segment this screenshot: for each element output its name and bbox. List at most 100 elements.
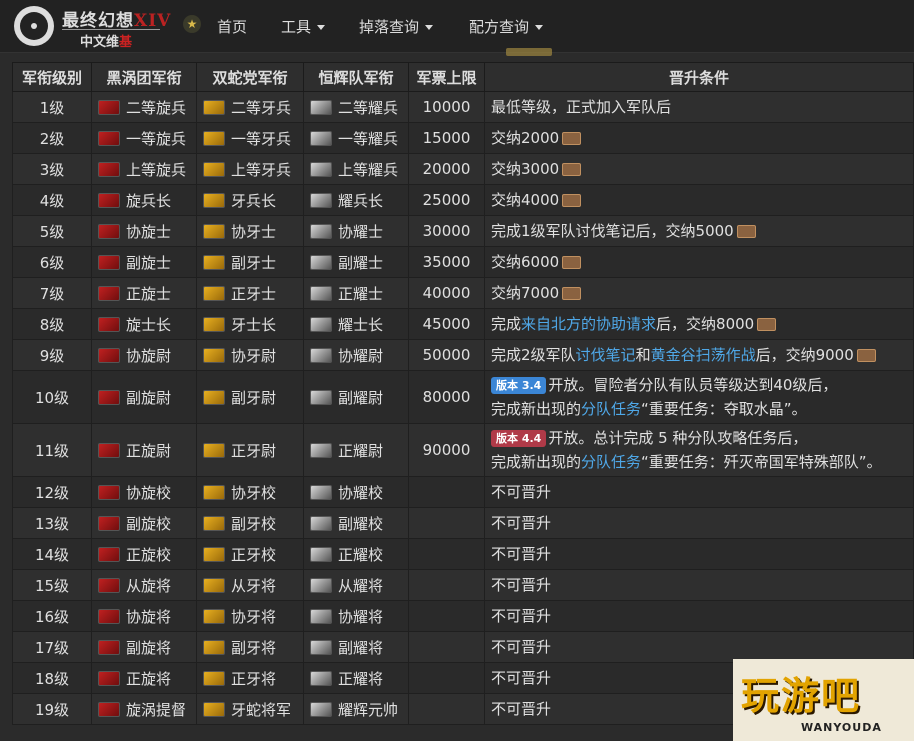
column-header-maelstrom: 黑涡团军衔 — [91, 62, 197, 92]
condition-text: 不可晋升 — [491, 607, 552, 625]
r2-rank-cell: 协牙士 — [196, 215, 304, 247]
condition-text: 后，交纳8000 — [656, 315, 755, 333]
r1-rank-cell: 协旋将 — [91, 600, 197, 632]
twin-adder-rank-icon — [203, 254, 225, 270]
r2-rank-cell: 正牙将 — [196, 662, 304, 694]
seal-icon — [562, 256, 582, 269]
immortal-flames-rank-icon — [310, 442, 332, 458]
condition-text: 交纳4000 — [491, 191, 560, 209]
twin-adder-rank-icon — [203, 484, 225, 500]
rank-name: 副牙将 — [231, 638, 277, 657]
quest-link[interactable]: 分队任务 — [581, 400, 641, 418]
rank-name: 正耀尉 — [338, 441, 384, 460]
table-row: 17级 副旋将 副牙将 副耀将 不可晋升 — [12, 631, 914, 663]
quest-link[interactable]: 讨伐笔记 — [576, 346, 636, 364]
r3-rank-cell: 协耀士 — [303, 215, 409, 247]
seal-cap-cell — [408, 569, 485, 601]
maelstrom-rank-icon — [98, 192, 120, 208]
rank-level-cell: 7级 — [12, 277, 92, 309]
rank-name: 协牙士 — [231, 222, 277, 241]
rank-name: 协耀士 — [338, 222, 384, 241]
r2-rank-cell: 副牙尉 — [196, 370, 304, 424]
r1-rank-cell: 旋涡提督 — [91, 693, 197, 725]
site-logo-icon[interactable] — [14, 6, 54, 46]
rank-name: 上等耀兵 — [338, 160, 399, 179]
immortal-flames-rank-icon — [310, 639, 332, 655]
seal-icon — [757, 318, 777, 331]
brand-title[interactable]: 最终幻想XIV — [62, 6, 171, 31]
twin-adder-rank-icon — [203, 608, 225, 624]
quest-link[interactable]: 来自北方的协助请求 — [521, 315, 656, 333]
condition-cell: 交纳6000 — [484, 246, 914, 278]
immortal-flames-rank-icon — [310, 484, 332, 500]
maelstrom-rank-icon — [98, 223, 120, 239]
table-row: 6级 副旋士 副牙士 副耀士 35000 交纳6000 — [12, 246, 914, 278]
r1-rank-cell: 副旋士 — [91, 246, 197, 278]
condition-cell: 交纳3000 — [484, 153, 914, 185]
table-row: 14级 正旋校 正牙校 正耀校 不可晋升 — [12, 538, 914, 570]
immortal-flames-rank-icon — [310, 701, 332, 717]
rank-name: 协旋校 — [126, 483, 172, 502]
twin-adder-rank-icon — [203, 639, 225, 655]
nav-item-drop-search[interactable]: 掉落查询 — [359, 16, 434, 37]
rank-name: 正耀士 — [338, 284, 384, 303]
r3-rank-cell: 副耀校 — [303, 507, 409, 539]
condition-text: 不可晋升 — [491, 576, 552, 594]
condition-text: “重要任务：歼灭帝国军特殊部队”。 — [641, 453, 882, 471]
r2-rank-cell: 协牙尉 — [196, 339, 304, 371]
rank-name: 副旋士 — [126, 253, 172, 272]
condition-text: 交纳7000 — [491, 284, 560, 302]
twin-adder-rank-icon — [203, 389, 225, 405]
rank-name: 副牙尉 — [231, 388, 277, 407]
rank-name: 正牙校 — [231, 545, 277, 564]
r1-rank-cell: 副旋将 — [91, 631, 197, 663]
condition-cell: 版本 3.4 开放。冒险者分队有队员等级达到40级后， 完成新出现的分队任务“重要任… — [484, 370, 914, 424]
twin-adder-rank-icon — [203, 577, 225, 593]
r3-rank-cell: 协耀尉 — [303, 339, 409, 371]
r2-rank-cell: 牙士长 — [196, 308, 304, 340]
r3-rank-cell: 正耀尉 — [303, 423, 409, 477]
condition-cell: 不可晋升 — [484, 569, 914, 601]
header-ornament — [506, 48, 552, 56]
rank-name: 正牙士 — [231, 284, 277, 303]
immortal-flames-rank-icon — [310, 316, 332, 332]
quest-link[interactable]: 分队任务 — [581, 453, 641, 471]
maelstrom-rank-icon — [98, 130, 120, 146]
nav-item-tools[interactable]: 工具 — [281, 16, 326, 37]
immortal-flames-rank-icon — [310, 546, 332, 562]
r3-rank-cell: 副耀士 — [303, 246, 409, 278]
immortal-flames-rank-icon — [310, 161, 332, 177]
condition-cell: 最低等级，正式加入军队后 — [484, 91, 914, 123]
r1-rank-cell: 正旋尉 — [91, 423, 197, 477]
rank-level-cell: 8级 — [12, 308, 92, 340]
r2-rank-cell: 牙兵长 — [196, 184, 304, 216]
condition-text: 最低等级，正式加入军队后 — [491, 98, 672, 116]
rank-name: 副旋尉 — [126, 388, 172, 407]
r1-rank-cell: 正旋校 — [91, 538, 197, 570]
rank-level-cell: 3级 — [12, 153, 92, 185]
condition-text: 不可晋升 — [491, 669, 552, 687]
chevron-down-icon — [535, 25, 544, 30]
theme-toggle-icon[interactable]: ★ — [183, 15, 201, 33]
condition-cell: 不可晋升 — [484, 631, 914, 663]
column-header-level: 军衔级别 — [12, 62, 92, 92]
immortal-flames-rank-icon — [310, 577, 332, 593]
table-row: 15级 从旋将 从牙将 从耀将 不可晋升 — [12, 569, 914, 601]
quest-link[interactable]: 黄金谷扫荡作战 — [651, 346, 756, 364]
condition-cell: 交纳7000 — [484, 277, 914, 309]
r2-rank-cell: 正牙士 — [196, 277, 304, 309]
seal-icon — [562, 163, 582, 176]
seal-cap-cell: 35000 — [408, 246, 485, 278]
rank-level-cell: 4级 — [12, 184, 92, 216]
seal-cap-cell — [408, 693, 485, 725]
rank-name: 协牙尉 — [231, 346, 277, 365]
nav-item-home[interactable]: 首页 — [217, 16, 247, 37]
nav-item-recipe-search[interactable]: 配方查询 — [469, 16, 544, 37]
seal-icon — [562, 287, 582, 300]
r1-rank-cell: 旋兵长 — [91, 184, 197, 216]
rank-name: 从牙将 — [231, 576, 277, 595]
rank-name: 副牙士 — [231, 253, 277, 272]
condition-text: 交纳2000 — [491, 129, 560, 147]
rank-name: 一等旋兵 — [126, 129, 187, 148]
rank-name: 二等旋兵 — [126, 98, 187, 117]
